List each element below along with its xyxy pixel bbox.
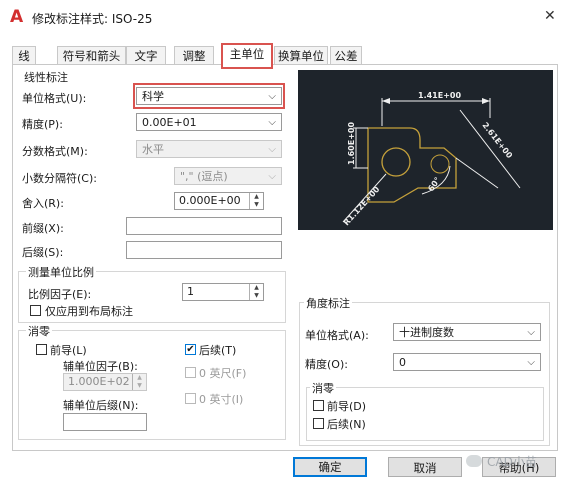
chevron-down-icon: ⌵ <box>268 171 276 182</box>
preview-dim-right: 2.61E+00 <box>480 121 514 161</box>
zero-suppression-title: 消零 <box>26 323 52 339</box>
chevron-down-icon: ⌵ <box>268 117 276 128</box>
angular-trailing-checkbox[interactable] <box>313 418 324 429</box>
sub-unit-factor-input[interactable]: 1.000E+02 ▲ ▼ <box>63 373 147 391</box>
layout-only-label: 仅应用到布局标注 <box>45 305 133 318</box>
preview-hole <box>381 147 411 177</box>
sub-unit-suffix-input[interactable] <box>63 413 147 431</box>
scale-factor-input[interactable]: 1 ▲ ▼ <box>182 283 264 301</box>
close-icon[interactable]: ✕ <box>544 8 556 24</box>
linear-dimensions-title: 线性标注 <box>22 69 70 85</box>
spinner-icon[interactable]: ▲ ▼ <box>249 284 263 300</box>
wechat-icon <box>466 455 482 467</box>
spinner-icon: ▲ ▼ <box>132 374 146 390</box>
window-title: 修改标注样式: ISO-25 <box>32 12 153 26</box>
preview-ext-line <box>455 157 499 189</box>
preview-arrow <box>382 98 390 104</box>
angular-leading-label: 前导(D) <box>327 400 367 413</box>
unit-format-label: 单位格式(U): <box>22 92 87 105</box>
layout-only-checkbox[interactable] <box>30 305 41 316</box>
suffix-label: 后缀(S): <box>22 246 64 259</box>
cancel-button[interactable]: 取消 <box>388 457 462 477</box>
suffix-input[interactable] <box>126 241 282 259</box>
watermark-text: CAD小苗 <box>487 455 537 469</box>
preview-arrow <box>482 98 490 104</box>
inches-label: 0 英寸(I) <box>199 393 244 406</box>
leading-checkbox[interactable] <box>36 344 47 355</box>
preview-dim-line <box>459 109 521 189</box>
tab-alternate-units[interactable]: 换算单位 <box>274 46 328 65</box>
fraction-format-select[interactable]: 水平 ⌵ <box>136 140 282 158</box>
angular-zero-suppression-group <box>306 387 544 441</box>
chevron-down-icon: ⌵ <box>527 327 535 338</box>
roundoff-label: 舍入(R): <box>22 197 64 210</box>
tab-primary-units[interactable]: 主单位 <box>221 43 273 69</box>
dimension-preview: 1.41E+00 1.60E+00 2.61E+00 60° R1.12E+00 <box>298 70 553 230</box>
title-bar: A 修改标注样式: ISO-25 ✕ <box>0 0 568 34</box>
preview-dim-top: 1.41E+00 <box>418 91 461 100</box>
roundoff-input[interactable]: 0.000E+00 ▲ ▼ <box>174 192 264 210</box>
angular-zero-suppression-title: 消零 <box>310 380 336 396</box>
angular-unit-format-label: 单位格式(A): <box>305 329 369 342</box>
fraction-format-label: 分数格式(M): <box>22 145 88 158</box>
angular-leading-checkbox[interactable] <box>313 400 324 411</box>
inches-checkbox[interactable] <box>185 393 196 404</box>
autocad-app-icon: A <box>10 7 24 27</box>
feet-label: 0 英尺(F) <box>199 367 247 380</box>
preview-arc <box>430 154 450 174</box>
preview-dim-radius: R1.12E+00 <box>342 184 382 227</box>
chevron-down-icon: ⌵ <box>268 144 276 155</box>
feet-checkbox[interactable] <box>185 367 196 378</box>
prefix-label: 前缀(X): <box>22 222 64 235</box>
unit-format-highlight <box>133 83 285 109</box>
decimal-separator-select[interactable]: "," (逗点) ⌵ <box>174 167 282 185</box>
angular-precision-label: 精度(O): <box>305 358 348 371</box>
preview-dim-left: 1.60E+00 <box>347 122 356 165</box>
tab-fit[interactable]: 调整 <box>174 46 214 65</box>
angular-dimensions-title: 角度标注 <box>304 295 352 311</box>
tab-symbols-arrows[interactable]: 符号和箭头 <box>57 46 126 65</box>
sub-unit-suffix-label: 辅单位后缀(N): <box>63 399 139 412</box>
spinner-icon[interactable]: ▲ ▼ <box>249 193 263 209</box>
tab-text[interactable]: 文字 <box>126 46 166 65</box>
ok-button[interactable]: 确定 <box>293 457 367 477</box>
decimal-separator-label: 小数分隔符(C): <box>22 172 97 185</box>
sub-unit-factor-label: 辅单位因子(B): <box>63 360 138 373</box>
precision-label: 精度(P): <box>22 118 63 131</box>
angular-precision-select[interactable]: 0 ⌵ <box>393 353 541 371</box>
tab-lines[interactable]: 线 <box>12 46 36 65</box>
precision-select[interactable]: 0.00E+01 ⌵ <box>136 113 282 131</box>
angular-trailing-label: 后续(N) <box>327 418 366 431</box>
trailing-checkbox[interactable]: ✔ <box>185 344 196 355</box>
chevron-down-icon: ⌵ <box>527 357 535 368</box>
prefix-input[interactable] <box>126 217 282 235</box>
preview-drawing: 1.41E+00 1.60E+00 2.61E+00 60° R1.12E+00 <box>342 91 521 227</box>
angular-unit-format-select[interactable]: 十进制度数 ⌵ <box>393 323 541 341</box>
trailing-label: 后续(T) <box>199 344 237 357</box>
tab-tolerances[interactable]: 公差 <box>330 46 362 65</box>
leading-label: 前导(L) <box>50 344 87 357</box>
scale-factor-label: 比例因子(E): <box>28 288 92 301</box>
measurement-scale-title: 测量单位比例 <box>26 264 96 280</box>
check-icon: ✔ <box>186 344 195 355</box>
